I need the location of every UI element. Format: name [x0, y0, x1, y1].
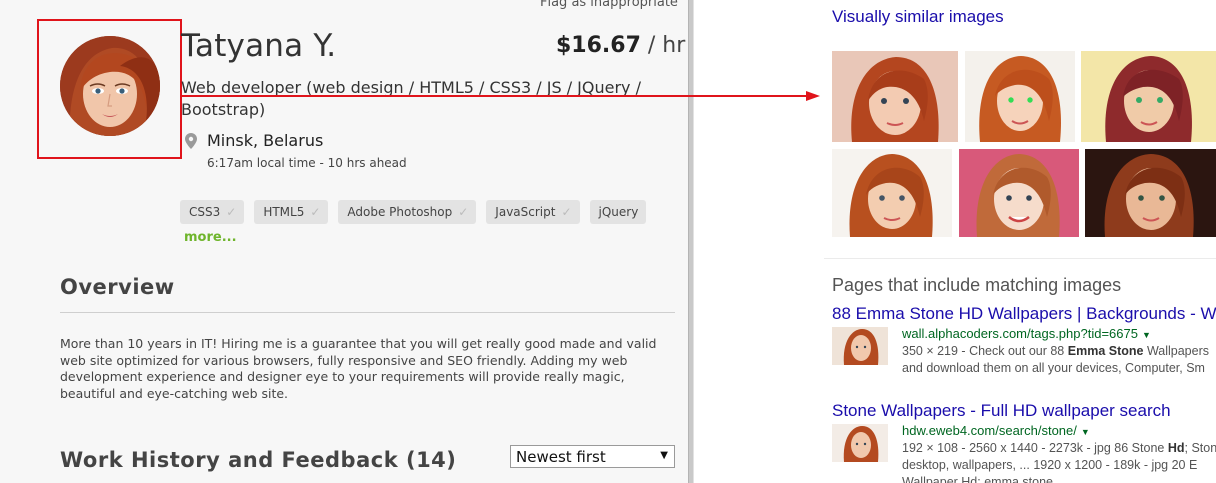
skill-tag[interactable]: jQuery	[589, 200, 647, 224]
freelancer-name: Tatyana Y.	[181, 28, 337, 64]
result-title-link[interactable]: 88 Emma Stone HD Wallpapers | Background…	[832, 304, 1216, 324]
sort-selected-value: Newest first	[516, 448, 606, 466]
section-separator	[824, 258, 1216, 259]
result-url-text: hdw.eweb4.com/search/stone/	[902, 423, 1077, 438]
work-history-heading: Work History and Feedback (14)	[60, 448, 457, 472]
triangle-down-icon[interactable]: ▼	[1081, 427, 1090, 437]
similar-image-thumb[interactable]	[965, 51, 1075, 142]
result-desc-text: and download them on all your devices, C…	[902, 361, 1205, 375]
result-title-link[interactable]: Stone Wallpapers - Full HD wallpaper sea…	[832, 401, 1171, 421]
similar-image-thumb[interactable]	[832, 149, 952, 237]
section-divider	[60, 312, 675, 313]
result-desc-text: Wallpapers	[1143, 344, 1210, 358]
overview-text: More than 10 years in IT! Hiring me is a…	[60, 336, 657, 401]
skill-tag[interactable]: HTML5 ✓	[254, 200, 329, 224]
flag-inappropriate-link[interactable]: Flag as inappropriate	[540, 0, 678, 10]
more-skills-link[interactable]: more...	[184, 230, 237, 245]
checkmark-icon: ✓	[226, 205, 237, 219]
result-url[interactable]: hdw.eweb4.com/search/stone/ ▼	[902, 423, 1090, 438]
similar-image-thumb[interactable]	[832, 51, 958, 142]
checkmark-icon: ✓	[561, 205, 572, 219]
avatar[interactable]	[60, 36, 160, 136]
skill-label: HTML5	[263, 205, 305, 219]
skill-label: Adobe Photoshop	[347, 205, 453, 219]
triangle-down-icon[interactable]: ▼	[1142, 330, 1151, 340]
image-search-pane: Visually similar images Pages that inclu…	[694, 0, 1216, 483]
result-desc-highlight: Hd	[1167, 441, 1185, 455]
result-thumbnail[interactable]	[832, 327, 888, 365]
result-desc-text: desktop, wallpapers, ... 1920 x 1200 - 1…	[902, 458, 1198, 472]
chevron-down-icon: ▼	[660, 450, 668, 461]
similar-image-thumb[interactable]	[1081, 51, 1216, 142]
result-desc-text: 192 × 108 - 2560 x 1440 - 2273k - jpg 86…	[902, 441, 1168, 455]
profile-pane: Flag as inappropriate Tatyana Y. $16.67 …	[0, 0, 688, 483]
result-description: 192 × 108 - 2560 x 1440 - 2273k - jpg 86…	[902, 440, 1216, 483]
skill-label: JavaScript	[495, 205, 556, 219]
visually-similar-heading[interactable]: Visually similar images	[832, 7, 1004, 27]
checkmark-icon: ✓	[310, 205, 321, 219]
map-pin-icon	[185, 133, 197, 149]
result-thumbnail[interactable]	[832, 424, 888, 462]
result-desc-text: ; Stone	[1184, 441, 1216, 455]
skill-tag[interactable]: Adobe Photoshop ✓	[338, 200, 477, 224]
result-desc-text: Wallpaper Hd: emma stone	[902, 475, 1053, 483]
result-url-text: wall.alphacoders.com/tags.php?tid=6675	[902, 326, 1138, 341]
similar-image-thumb[interactable]	[959, 149, 1079, 237]
similar-image-thumb[interactable]	[1085, 149, 1216, 237]
skill-label: jQuery	[598, 205, 639, 219]
checkmark-icon: ✓	[458, 205, 469, 219]
result-url[interactable]: wall.alphacoders.com/tags.php?tid=6675 ▼	[902, 326, 1151, 341]
matching-pages-heading: Pages that include matching images	[832, 275, 1122, 295]
rate-amount: $16.67	[556, 33, 641, 58]
rate-unit: / hr	[640, 33, 686, 58]
skill-tag[interactable]: JavaScript ✓	[486, 200, 580, 224]
overview-heading: Overview	[60, 275, 175, 299]
sort-select[interactable]: Newest first ▼	[510, 445, 675, 468]
skill-tag[interactable]: CSS3 ✓	[180, 200, 245, 224]
local-time: 6:17am local time - 10 hrs ahead	[207, 156, 407, 170]
result-desc-text: 350 × 219 - Check out our 88	[902, 344, 1068, 358]
result-description: 350 × 219 - Check out our 88 Emma Stone …	[902, 343, 1216, 377]
result-desc-highlight: Emma Stone	[1067, 344, 1144, 358]
location: Minsk, Belarus	[207, 131, 324, 150]
annotation-arrow	[180, 91, 820, 101]
hourly-rate: $16.67 / hr	[556, 33, 685, 58]
skills-list: CSS3 ✓ HTML5 ✓ Adobe Photoshop ✓ JavaScript…	[180, 200, 647, 224]
skill-label: CSS3	[189, 205, 221, 219]
